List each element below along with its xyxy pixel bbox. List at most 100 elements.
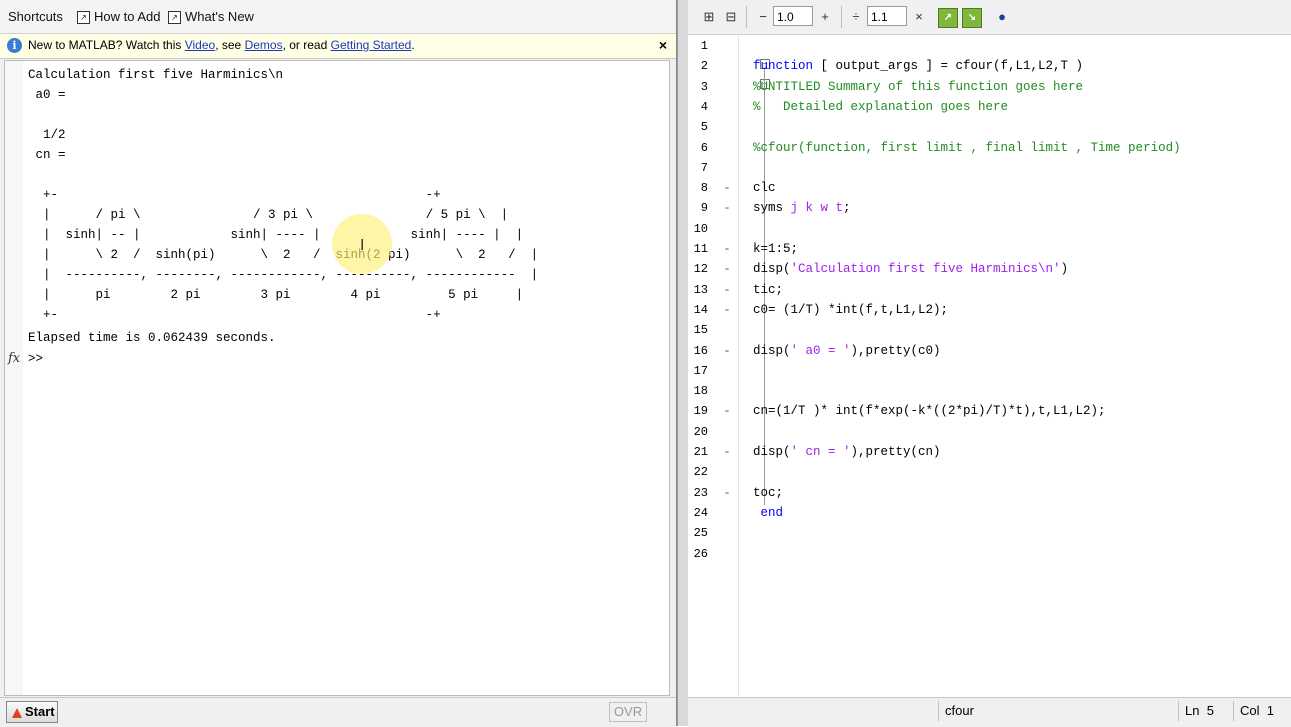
info-icon: i <box>7 38 22 53</box>
editor-status-bar: cfour Ln 5 Col 1 <box>688 697 1291 727</box>
code-token: toc; <box>753 485 784 500</box>
main-status-bar: Start OVR <box>0 697 676 727</box>
line-number: 20 <box>693 424 708 439</box>
line-number: 26 <box>693 546 708 561</box>
shortcuts-toolbar: Shortcuts ↗ How to Add ↗ What's New <box>0 0 676 34</box>
line-number: 14 <box>693 302 708 317</box>
code-line: disp(' a0 = '),pretty(c0) <box>753 341 941 361</box>
executable-line-marker[interactable]: - <box>722 259 732 279</box>
code-token: function <box>753 59 814 74</box>
line-indicator: Ln 5 <box>1178 701 1235 721</box>
matlab-logo-icon <box>12 707 22 718</box>
evaluate-entire-file-icon[interactable]: ↘ <box>962 8 982 28</box>
line-number: 3 <box>700 79 708 94</box>
evaluate-cell-icon[interactable]: ⊟ <box>722 8 740 26</box>
line-number: 16 <box>693 343 708 358</box>
executable-line-marker[interactable]: - <box>722 178 732 198</box>
command-gutter <box>5 61 23 695</box>
executable-line-marker[interactable]: - <box>722 198 732 218</box>
elapsed-time-line: Elapsed time is 0.062439 seconds. <box>28 331 276 345</box>
command-output-line: | pi 2 pi 3 pi 4 pi 5 pi | <box>28 288 524 302</box>
command-window[interactable]: Calculation first five Harminics\n a0 = … <box>4 60 670 696</box>
start-button[interactable]: Start <box>6 701 58 723</box>
multiply-button[interactable]: × <box>910 8 928 26</box>
command-prompt[interactable]: >> <box>28 349 51 369</box>
line-number: 15 <box>693 323 708 338</box>
code-line: syms j k w t; <box>753 198 851 218</box>
code-line: % Detailed explanation goes here <box>753 97 1008 117</box>
code-line: toc; <box>753 483 783 503</box>
command-output-line: | sinh| -- | sinh| ---- | sinh| ---- | | <box>28 228 524 242</box>
insert-cell-break-icon[interactable]: ⊞ <box>700 8 718 26</box>
code-token: %UNTITLED Summary of this function goes … <box>753 79 1084 94</box>
line-numbers: 1 2 3 4 5 6 7 8 9 10 11 12 13 14 15 16 17 18 19 20 21 22 23 24 2… <box>688 35 722 696</box>
code-token: disp( <box>753 445 791 459</box>
divide-button[interactable]: ÷ <box>847 8 865 26</box>
code-line: %UNTITLED Summary of this function goes … <box>753 77 1083 97</box>
line-number: 24 <box>693 505 708 520</box>
command-output-line: +- -+ <box>28 308 441 322</box>
executable-line-marker[interactable]: - <box>722 341 732 361</box>
code-token: end <box>753 505 784 520</box>
how-to-add-shortcut[interactable]: ↗ How to Add <box>77 8 161 26</box>
command-output-line: +- -+ <box>28 188 441 202</box>
line-number: 23 <box>693 485 708 500</box>
executable-line-marker[interactable]: - <box>722 280 732 300</box>
line-number: 11 <box>693 242 708 256</box>
executable-line-marker[interactable]: - <box>722 239 732 259</box>
executable-line-marker[interactable]: - <box>722 442 732 462</box>
code-line: clc <box>753 178 776 198</box>
executable-line-marker[interactable]: - <box>722 401 732 421</box>
evaluate-cell-advance-icon[interactable]: ↗ <box>938 8 958 28</box>
line-number: 2 <box>700 59 708 74</box>
command-window-pane: Shortcuts ↗ How to Add ↗ What's New i New … <box>0 0 677 727</box>
code-line: end <box>753 503 784 523</box>
code-token: cn=(1/T )* int(f*exp(-k*((2*pi)/T)*t),t,… <box>753 404 1106 419</box>
close-notice-button[interactable]: × <box>659 37 667 53</box>
editor-pane: ⊞ ⊟ − 1.0 + ÷ 1.1 × ↗ ↘ ● 1 2 3 4 5 6 7 8 9 10 11 1… <box>688 0 1291 727</box>
overwrite-mode-indicator: OVR <box>609 702 647 722</box>
increment-button[interactable]: + <box>816 8 834 26</box>
executable-line-marker[interactable]: - <box>722 300 732 320</box>
line-number: 9 <box>700 201 708 216</box>
whats-new-shortcut[interactable]: ↗ What's New <box>168 8 254 26</box>
code-token: ),pretty(c0) <box>850 343 941 358</box>
increment-value-input[interactable]: 1.0 <box>773 6 813 26</box>
line-number: 19 <box>693 404 708 419</box>
video-link[interactable]: Video <box>185 38 215 52</box>
code-token: %cfour(function, first limit , final lim… <box>753 140 1181 155</box>
shortcut-arrow-icon: ↗ <box>77 11 90 25</box>
new-user-notice-bar: i New to MATLAB? Watch this Video, see D… <box>0 34 676 59</box>
code-token: syms <box>753 201 791 216</box>
help-icon[interactable]: ● <box>993 8 1011 26</box>
demos-link[interactable]: Demos <box>245 38 283 52</box>
command-output-line: a0 = <box>28 88 66 102</box>
code-line: tic; <box>753 280 783 300</box>
executable-line-marker[interactable]: - <box>722 483 732 503</box>
text-cursor-icon: I <box>360 237 365 254</box>
getting-started-link[interactable]: Getting Started <box>331 38 412 52</box>
line-number: 18 <box>693 384 708 399</box>
command-output-line: | \ 2 / sinh(pi) \ 2 / sinh(2 pi) \ 2 / … <box>28 248 539 262</box>
command-output-line: | / pi \ / 3 pi \ / 5 pi \ | <box>28 208 509 222</box>
code-token: c0= (1/T) *int(f,t,L1,L2); <box>753 302 949 317</box>
code-token: clc <box>753 181 776 196</box>
code-token: ) <box>1060 262 1069 277</box>
current-function-field: cfour <box>938 701 1175 721</box>
command-output-line: 1/2 <box>28 128 66 142</box>
code-token: ; <box>843 201 851 216</box>
shortcuts-menu[interactable]: Shortcuts <box>8 8 63 26</box>
code-token: [ output_args ] = cfour(f,L1,L2,T ) <box>813 59 1084 74</box>
function-browser-icon[interactable]: fx <box>8 351 20 366</box>
line-number: 12 <box>693 262 708 277</box>
code-token: j k w t <box>790 201 844 216</box>
code-line: cn=(1/T )* int(f*exp(-k*((2*pi)/T)*t),t,… <box>753 401 1106 421</box>
code-editor[interactable]: 1 2 3 4 5 6 7 8 9 10 11 12 13 14 15 16 17 18 19 20 21 22 23 24 2… <box>688 35 1291 696</box>
code-token: disp( <box>753 262 791 277</box>
code-token: disp( <box>753 343 791 358</box>
decrement-button[interactable]: − <box>754 8 772 26</box>
code-line: c0= (1/T) *int(f,t,L1,L2); <box>753 300 948 320</box>
column-indicator: Col 1 <box>1233 701 1290 721</box>
scale-value-input[interactable]: 1.1 <box>867 6 907 26</box>
command-output-line: cn = <box>28 148 66 162</box>
